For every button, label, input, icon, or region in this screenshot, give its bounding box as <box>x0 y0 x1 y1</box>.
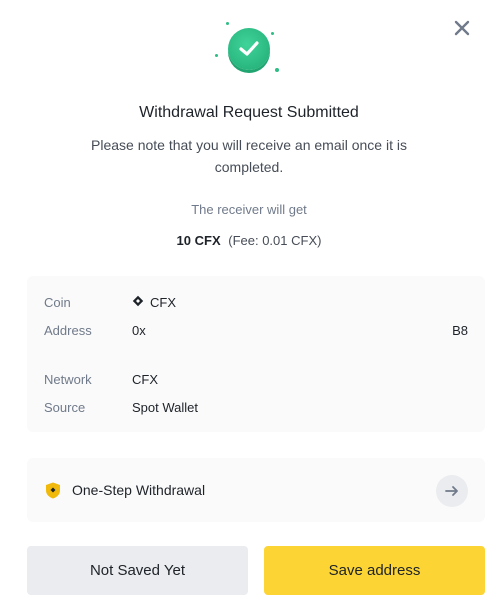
one-step-withdrawal-row[interactable]: One-Step Withdrawal <box>27 458 485 522</box>
amount-line: 10 CFX (Fee: 0.01 CFX) <box>0 233 498 248</box>
receiver-label: The receiver will get <box>191 202 307 217</box>
close-button[interactable] <box>450 16 474 40</box>
receive-amount: 10 CFX <box>176 233 221 248</box>
address-value: 0x <box>132 322 146 338</box>
detail-row-coin: Coin CFX <box>44 292 468 312</box>
source-label: Source <box>44 399 86 415</box>
address-tail: B8 <box>452 322 468 338</box>
detail-row-network: Network CFX <box>44 369 468 389</box>
one-step-label: One-Step Withdrawal <box>72 482 206 498</box>
decor-dot <box>226 22 229 25</box>
network-label: Network <box>44 371 92 387</box>
coin-value: CFX <box>150 294 176 310</box>
detail-row-address: Address 0x B8 <box>44 320 468 340</box>
source-value: Spot Wallet <box>132 399 198 415</box>
arrow-right-icon[interactable] <box>436 475 468 507</box>
check-circle-icon <box>228 28 270 70</box>
dialog-title: Withdrawal Request Submitted <box>139 104 359 121</box>
save-address-button[interactable]: Save address <box>264 546 485 595</box>
decor-dot <box>271 32 274 35</box>
dialog-note: Please note that you will receive an ema… <box>91 137 407 175</box>
coin-value-wrap: CFX <box>132 295 176 310</box>
withdrawal-details: Coin CFX Address 0x B8 Network CFX Sourc… <box>27 276 485 432</box>
decor-dot <box>275 68 279 72</box>
address-label: Address <box>44 322 92 338</box>
network-value: CFX <box>132 371 158 387</box>
fee-text: (Fee: 0.01 CFX) <box>228 233 322 248</box>
decor-dot <box>215 54 218 57</box>
cfx-coin-icon <box>132 295 144 310</box>
coin-label: Coin <box>44 294 71 310</box>
not-saved-yet-button[interactable]: Not Saved Yet <box>27 546 248 595</box>
shield-icon <box>45 482 61 504</box>
close-icon <box>450 16 474 40</box>
detail-row-source: Source Spot Wallet <box>44 397 468 417</box>
success-graphic <box>209 20 289 80</box>
